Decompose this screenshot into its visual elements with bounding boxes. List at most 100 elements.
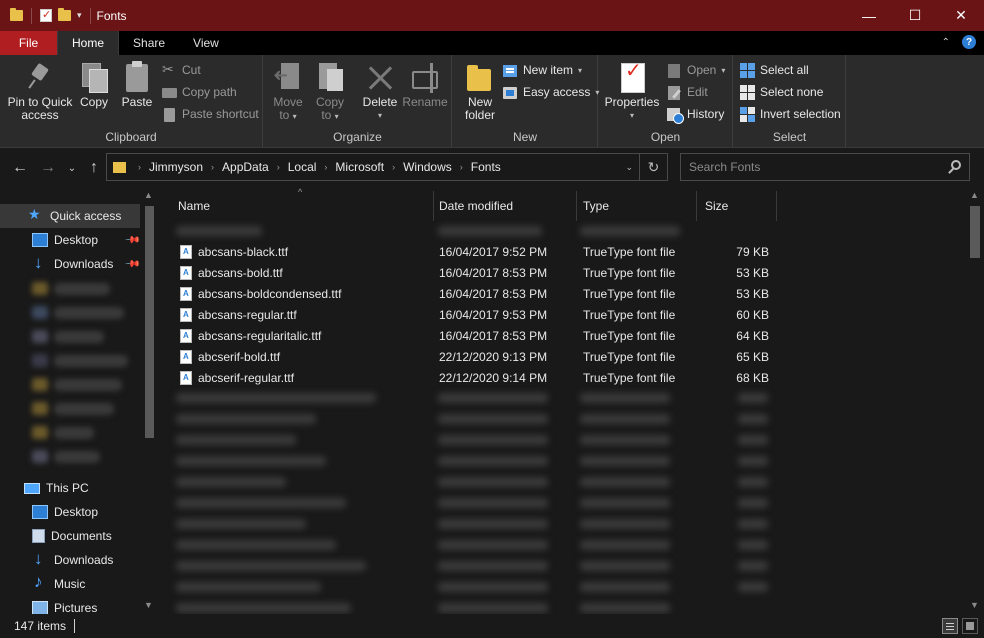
paste-shortcut-label: Paste shortcut [182, 107, 259, 121]
chevron-right-icon[interactable]: › [456, 162, 467, 172]
new-folder-button[interactable]: New folder [461, 61, 499, 122]
sidebar-item-this-pc[interactable]: This PC [0, 476, 140, 500]
large-icons-view-icon[interactable] [962, 618, 978, 634]
breadcrumb-item[interactable]: AppData [218, 160, 273, 174]
sidebar-scrollbar[interactable]: ▲ ▼ [142, 186, 156, 614]
new-folder-quick-icon[interactable] [58, 8, 71, 21]
breadcrumb-item[interactable]: Local [284, 160, 321, 174]
address-bar[interactable]: › Jimmyson › AppData › Local › Microsoft… [106, 153, 668, 181]
properties-quick-icon[interactable] [40, 8, 52, 22]
help-icon[interactable]: ? [962, 35, 976, 49]
minimize-button[interactable]: — [846, 0, 892, 31]
file-row[interactable]: abcsans-black.ttf 16/04/2017 9:52 PM Tru… [160, 241, 780, 262]
select-all-button[interactable]: Select all [740, 60, 809, 80]
recent-locations-chevron-icon[interactable]: ⌄ [62, 158, 82, 178]
chevron-right-icon[interactable]: › [207, 162, 218, 172]
pin-label-line2: access [21, 108, 59, 122]
scroll-up-icon[interactable]: ▲ [144, 190, 153, 200]
file-list-scrollbar[interactable]: ▲ ▼ [966, 186, 984, 614]
search-box[interactable] [680, 153, 970, 181]
select-all-icon [740, 62, 755, 78]
file-name: abcserif-bold.ttf [198, 349, 281, 364]
sidebar-item-quick-access[interactable]: Quick access [0, 204, 140, 228]
column-header-type[interactable]: Type [577, 191, 697, 221]
file-row[interactable]: abcserif-regular.ttf 22/12/2020 9:14 PM … [160, 367, 780, 388]
forward-arrow-icon[interactable]: → [38, 158, 58, 178]
search-icon[interactable] [951, 160, 961, 170]
scroll-down-icon[interactable]: ▼ [970, 600, 979, 610]
redacted-folder-icon [32, 426, 48, 439]
file-row[interactable]: abcsans-boldcondensed.ttf 16/04/2017 8:5… [160, 283, 780, 304]
sidebar-item-pictures[interactable]: Pictures [0, 596, 140, 614]
chevron-right-icon[interactable]: › [273, 162, 284, 172]
column-header-date[interactable]: Date modified [434, 191, 577, 221]
tab-view[interactable]: View [179, 31, 233, 55]
open-button[interactable]: Open ▾ [667, 60, 725, 80]
sidebar-item-label: Desktop [54, 233, 99, 247]
sidebar-item-downloads[interactable]: Downloads 📌 [0, 252, 140, 276]
close-button[interactable]: ✕ [938, 0, 984, 31]
file-row[interactable]: abcserif-bold.ttf 22/12/2020 9:13 PM Tru… [160, 346, 780, 367]
file-row[interactable]: abcsans-regular.ttf 16/04/2017 9:53 PM T… [160, 304, 780, 325]
scroll-down-icon[interactable]: ▼ [144, 600, 153, 610]
properties-button[interactable]: Properties ▾ [605, 61, 659, 122]
sidebar-item-pc-desktop[interactable]: Desktop [0, 500, 140, 524]
cut-button[interactable]: Cut [162, 60, 201, 80]
scroll-up-icon[interactable]: ▲ [970, 190, 979, 200]
customize-toolbar-icon[interactable]: ▾ [77, 10, 82, 21]
sidebar-item-music[interactable]: Music [0, 572, 140, 596]
paste-button[interactable]: Paste [120, 61, 154, 109]
copy-button[interactable]: Copy [78, 61, 110, 109]
invert-selection-button[interactable]: Invert selection [740, 104, 841, 124]
column-header-name[interactable]: ^ Name [160, 187, 434, 221]
sidebar-item-desktop[interactable]: Desktop 📌 [0, 228, 140, 252]
pin-to-quick-access-button[interactable]: Pin to Quick access [6, 61, 74, 122]
navigation-bar: ← → ⌄ ↑ › Jimmyson › AppData › Local › M… [0, 148, 984, 186]
column-header-size[interactable]: Size [697, 191, 777, 221]
scrollbar-thumb[interactable] [145, 206, 154, 438]
sidebar-item-label: Desktop [54, 505, 99, 519]
select-none-button[interactable]: Select none [740, 82, 823, 102]
up-arrow-icon[interactable]: ↑ [84, 158, 104, 178]
delete-button[interactable]: Delete ▾ [362, 61, 398, 122]
rename-button[interactable]: Rename [402, 61, 448, 109]
breadcrumb-item[interactable]: Microsoft [331, 160, 388, 174]
tab-home[interactable]: Home [57, 31, 120, 55]
new-item-button[interactable]: New item ▾ [503, 60, 582, 80]
address-dropdown-icon[interactable]: ⌄ [625, 162, 633, 173]
chevron-right-icon[interactable]: › [388, 162, 399, 172]
easy-access-button[interactable]: Easy access ▾ [503, 82, 599, 102]
copy-path-button[interactable]: Copy path [162, 82, 237, 102]
history-button[interactable]: History [667, 104, 724, 124]
file-row[interactable]: abcsans-regularitalic.ttf 16/04/2017 8:5… [160, 325, 780, 346]
sidebar-item-pc-downloads[interactable]: Downloads [0, 548, 140, 572]
redacted-row [580, 519, 670, 529]
maximize-button[interactable]: ☐ [892, 0, 938, 31]
chevron-right-icon[interactable]: › [320, 162, 331, 172]
invert-selection-label: Invert selection [760, 107, 841, 121]
refresh-icon[interactable]: ↻ [639, 154, 667, 180]
back-arrow-icon[interactable]: ← [10, 158, 30, 178]
redacted-row [738, 393, 768, 403]
breadcrumb-item[interactable]: Windows [399, 160, 456, 174]
breadcrumb-item[interactable]: Fonts [467, 160, 505, 174]
tab-share[interactable]: Share [119, 31, 179, 55]
edit-button[interactable]: Edit [667, 82, 708, 102]
tab-file[interactable]: File [0, 31, 57, 55]
breadcrumb-item[interactable]: Jimmyson [145, 160, 207, 174]
folder-icon[interactable] [10, 8, 23, 21]
sidebar-item-documents[interactable]: Documents [0, 524, 140, 548]
redacted-row [738, 561, 768, 571]
pin-icon: 📌 [123, 231, 141, 249]
collapse-ribbon-icon[interactable]: ⌃ [942, 37, 950, 48]
copy-to-button[interactable]: Copy to ▾ [314, 61, 346, 123]
scrollbar-thumb[interactable] [970, 206, 980, 258]
paste-shortcut-button[interactable]: Paste shortcut [162, 104, 259, 124]
move-to-button[interactable]: Move to ▾ [272, 61, 304, 123]
details-view-icon[interactable] [942, 618, 958, 634]
file-date: 16/04/2017 9:53 PM [439, 307, 548, 322]
delete-icon [365, 61, 395, 93]
redacted-row [580, 393, 670, 403]
search-input[interactable] [681, 160, 931, 174]
file-row[interactable]: abcsans-bold.ttf 16/04/2017 8:53 PM True… [160, 262, 780, 283]
